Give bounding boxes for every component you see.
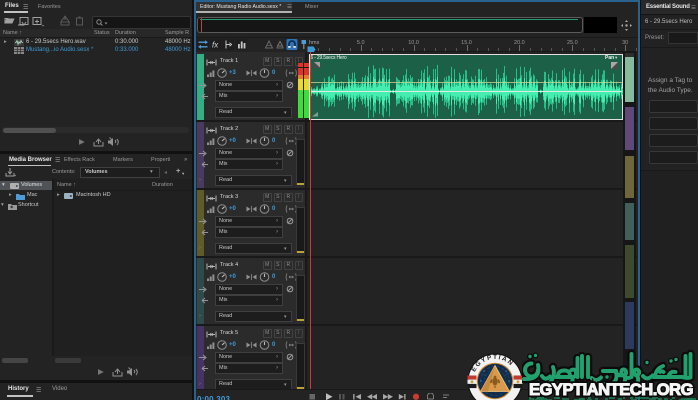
- svg-text:fx: fx: [212, 41, 219, 50]
